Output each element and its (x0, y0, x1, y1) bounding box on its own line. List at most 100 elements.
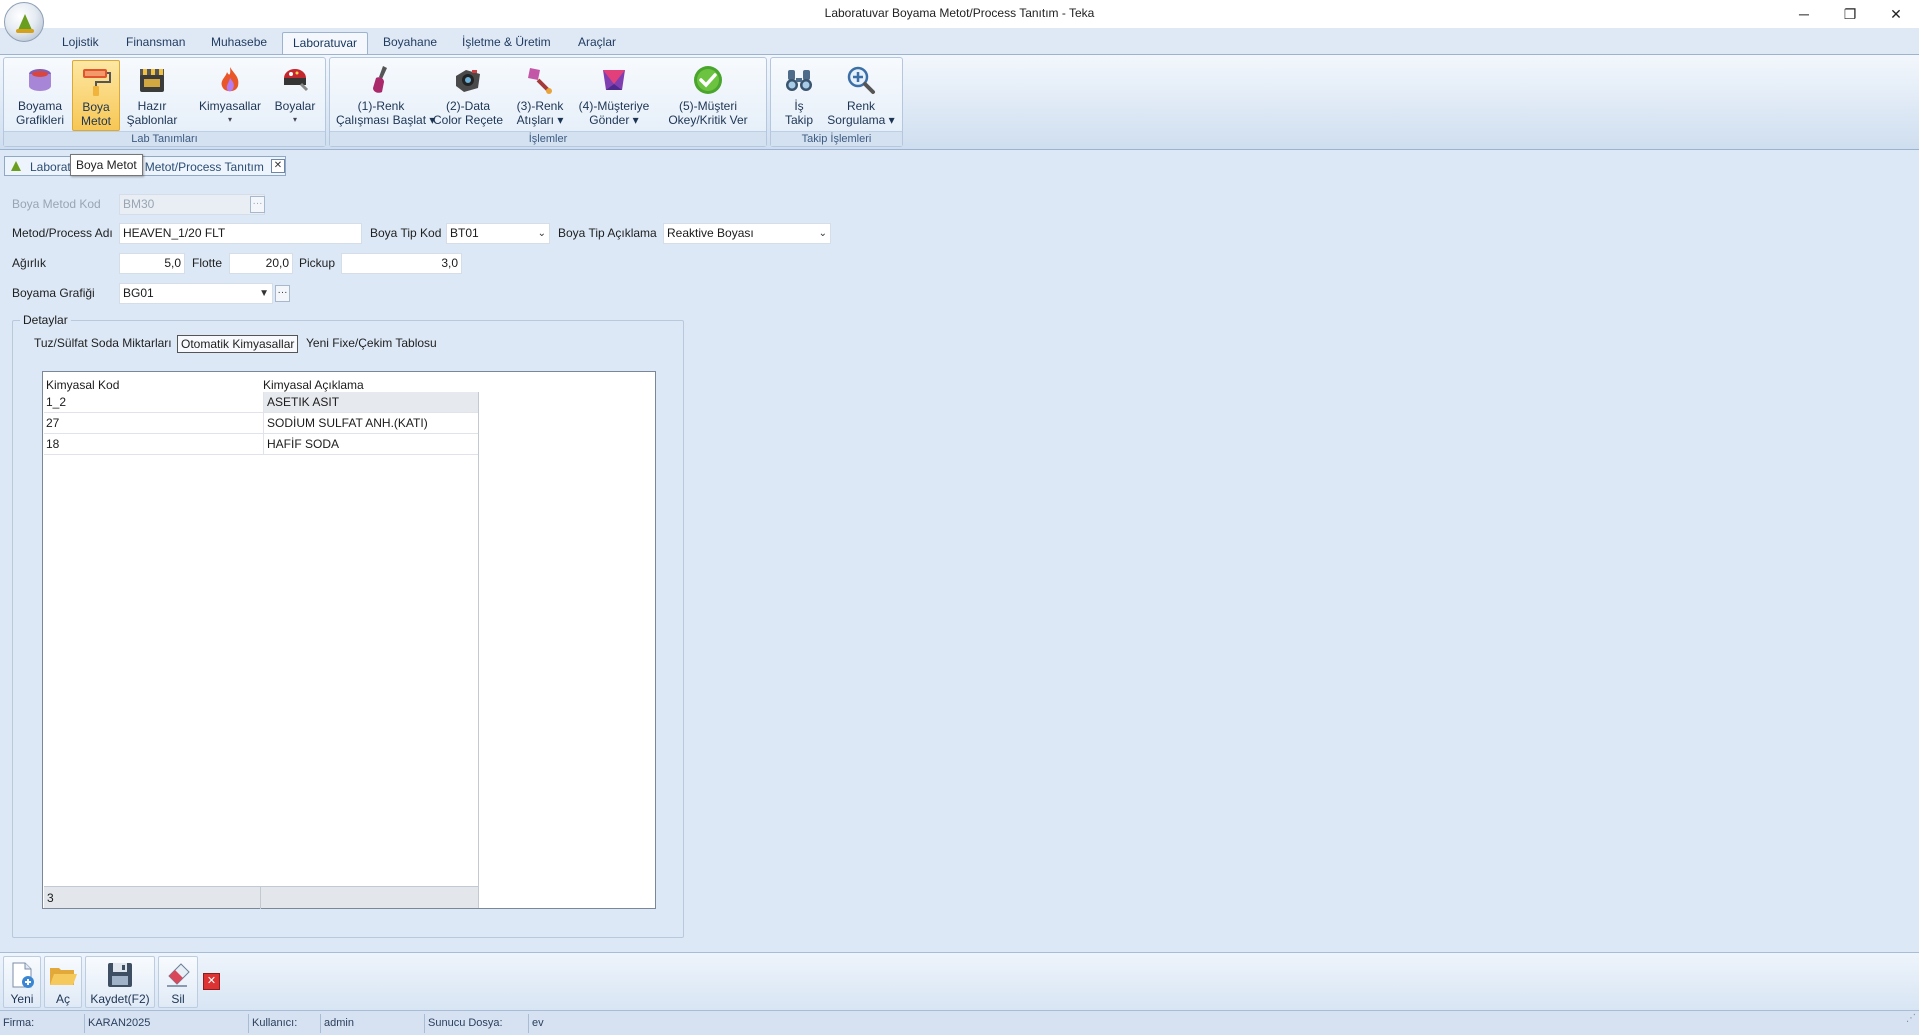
new-document-icon (7, 960, 37, 990)
eraser-icon (163, 960, 193, 990)
tab-boyahane[interactable]: Boyahane (373, 32, 447, 54)
ac-button[interactable]: Aç (44, 956, 82, 1008)
camera-icon (452, 64, 484, 96)
sunucu-dosya-label: Sunucu Dosya: (424, 1014, 528, 1033)
chevron-down-icon: ⌄ (818, 228, 827, 239)
kaydet-button[interactable]: Kaydet(F2) (85, 956, 155, 1008)
tab-yeni-fixe-cekim[interactable]: Yeni Fixe/Çekim Tablosu (303, 335, 440, 353)
renk-atislari-button[interactable]: (3)-Renk Atışları ▾ (510, 60, 570, 131)
app-menu-orb[interactable] (4, 2, 44, 42)
is-takip-button[interactable]: İş Takip (777, 60, 821, 131)
close-form-icon[interactable]: ✕ (203, 973, 220, 990)
ribbon-group-islemler: (1)-Renk Çalışması Başlat ▾ (2)-Data Col… (329, 57, 767, 147)
agirlik-label: Ağırlık (12, 256, 47, 270)
boya-tip-aciklama-label: Boya Tip Açıklama (558, 226, 657, 240)
boyama-grafikleri-button[interactable]: Boyama Grafikleri (10, 60, 70, 131)
paint-roller-icon (80, 65, 112, 97)
yeni-button[interactable]: Yeni (3, 956, 41, 1008)
tab-isletme-uretim[interactable]: İşletme & Üretim (452, 32, 561, 54)
pickup-label: Pickup (299, 256, 336, 270)
save-icon (105, 960, 135, 990)
flotte-label: Flotte (192, 256, 223, 270)
title-bar: Laboratuvar Boyama Metot/Process Tanıtım… (0, 0, 1919, 28)
ribbon-group-islemler-label: İşlemler (330, 131, 766, 146)
boya-tip-aciklama-combo[interactable]: Reaktive Boyası ⌄ (663, 223, 831, 244)
boyama-grafigi-combo[interactable]: BG01 ▼ (119, 283, 273, 304)
data-color-recete-button[interactable]: (2)-Data Color Reçete (430, 60, 506, 131)
resize-grip-icon[interactable]: ⋰ (1906, 1013, 1916, 1024)
close-tab-icon[interactable]: ✕ (271, 159, 285, 173)
table-row[interactable]: 27 SODİUM SULFAT ANH.(KATI) (44, 413, 478, 434)
detaylar-title: Detaylar (20, 313, 71, 327)
maximize-button[interactable]: ❐ (1827, 0, 1873, 28)
flotte-input[interactable]: 20,0 (229, 253, 293, 274)
close-button[interactable]: ✕ (1873, 0, 1919, 28)
firma-value: KARAN2025 (84, 1014, 248, 1033)
tab-finansman[interactable]: Finansman (116, 32, 195, 54)
table-row[interactable]: 18 HAFİF SODA (44, 434, 478, 455)
fire-icon (214, 64, 246, 96)
boya-metod-kod-input[interactable]: BM30 (119, 194, 265, 215)
check-icon (692, 64, 724, 96)
paint-brush-icon (365, 64, 397, 96)
app-logo-icon (18, 14, 32, 30)
boyama-grafigi-label: Boyama Grafiği (12, 286, 95, 300)
form-area: Boya Metod Kod BM30 ··· Metod/Process Ad… (0, 180, 1919, 952)
chevron-down-icon: ⌄ (537, 228, 546, 239)
menu-bar: Lojistik Finansman Muhasebe Laboratuvar … (0, 28, 1919, 54)
paint-can-icon (279, 64, 311, 96)
metot-adi-label: Metod/Process Adı (12, 226, 113, 240)
boya-metot-button[interactable]: Boya Metot (72, 60, 120, 131)
musteriye-gonder-button[interactable]: (4)-Müşteriye Gönder ▾ (574, 60, 654, 131)
pickup-input[interactable]: 3,0 (341, 253, 462, 274)
renk-calismasi-baslat-button[interactable]: (1)-Renk Çalışması Başlat ▾ (336, 60, 435, 131)
tab-muhasebe[interactable]: Muhasebe (201, 32, 277, 54)
ribbon-group-lab-label: Lab Tanımları (4, 131, 325, 146)
tab-lojistik[interactable]: Lojistik (52, 32, 109, 54)
document-tab-strip: Laboratuvar Boyama Metot/Process Tanıtım… (0, 154, 1919, 178)
hazir-sablonlar-button[interactable]: Hazır Şablonlar (124, 60, 180, 131)
ribbon: Boyama Grafikleri Boya Metot Hazır Şablo… (0, 54, 1919, 150)
tooltip: Boya Metot (70, 154, 143, 176)
metot-adi-input[interactable]: HEAVEN_1/20 FLT (119, 223, 362, 244)
document-tab[interactable]: Laboratuvar Boyama Metot/Process Tanıtım… (4, 156, 286, 176)
agirlik-input[interactable]: 5,0 (119, 253, 185, 274)
sil-button[interactable]: Sil (158, 956, 198, 1008)
musteri-okey-kritik-button[interactable]: (5)-Müşteri Okey/Kritik Ver (658, 60, 758, 131)
firma-label: Firma: (3, 1017, 35, 1029)
minimize-button[interactable]: ─ (1781, 0, 1827, 28)
chevron-down-icon[interactable]: ▼ (259, 284, 269, 303)
boya-metod-kod-label: Boya Metod Kod (12, 197, 101, 211)
kullanici-value: admin (320, 1014, 424, 1033)
kimyasallar-button[interactable]: Kimyasallar ▾ (194, 60, 266, 131)
tab-tuz-sulfat[interactable]: Tuz/Sülfat Soda Miktarları (31, 335, 175, 353)
tab-araclar[interactable]: Araçlar (568, 32, 626, 54)
boya-tip-kod-combo[interactable]: BT01 ⌄ (446, 223, 550, 244)
film-clapper-icon (136, 64, 168, 96)
kimyasal-grid: Kimyasal Kod Kimyasal Açıklama 1_2 ASETI… (42, 371, 656, 909)
zoom-in-icon (845, 64, 877, 96)
status-bar: Firma: KARAN2025 Kullanıcı: admin Sunucu… (0, 1010, 1919, 1035)
grid-footer: 3 (44, 886, 478, 909)
document-tab-title: Laboratuvar Boyama Metot/Process Tanıtım (30, 160, 264, 174)
spray-icon (524, 64, 556, 96)
ribbon-group-takip: İş Takip Renk Sorgulama ▾ Takip İşlemler… (770, 57, 903, 147)
row-count: 3 (47, 891, 54, 905)
tab-laboratuvar[interactable]: Laboratuvar (282, 32, 369, 54)
ribbon-group-lab: Boyama Grafikleri Boya Metot Hazır Şablo… (3, 57, 326, 147)
window-title: Laboratuvar Boyama Metot/Process Tanıtım… (824, 6, 1095, 20)
sunucu-dosya-value: ev (528, 1014, 648, 1033)
renk-sorgulama-button[interactable]: Renk Sorgulama ▾ (825, 60, 897, 131)
tab-otomatik-kimyasallar[interactable]: Otomatik Kimyasallar (177, 335, 299, 353)
boyalar-button[interactable]: Boyalar ▾ (269, 60, 321, 131)
paint-bucket-icon (24, 64, 56, 96)
boyama-grafigi-ellipsis-button[interactable]: ··· (275, 285, 290, 302)
app-logo-icon (11, 161, 21, 171)
fabric-swatch-icon (598, 64, 630, 96)
table-row[interactable]: 1_2 ASETIK ASIT (44, 392, 478, 413)
ribbon-group-takip-label: Takip İşlemleri (771, 131, 902, 146)
folder-open-icon (48, 960, 78, 990)
boya-tip-kod-label: Boya Tip Kod (370, 226, 442, 240)
boya-metod-kod-ellipsis-button[interactable]: ··· (250, 196, 265, 213)
kullanici-label: Kullanıcı: (248, 1014, 320, 1033)
